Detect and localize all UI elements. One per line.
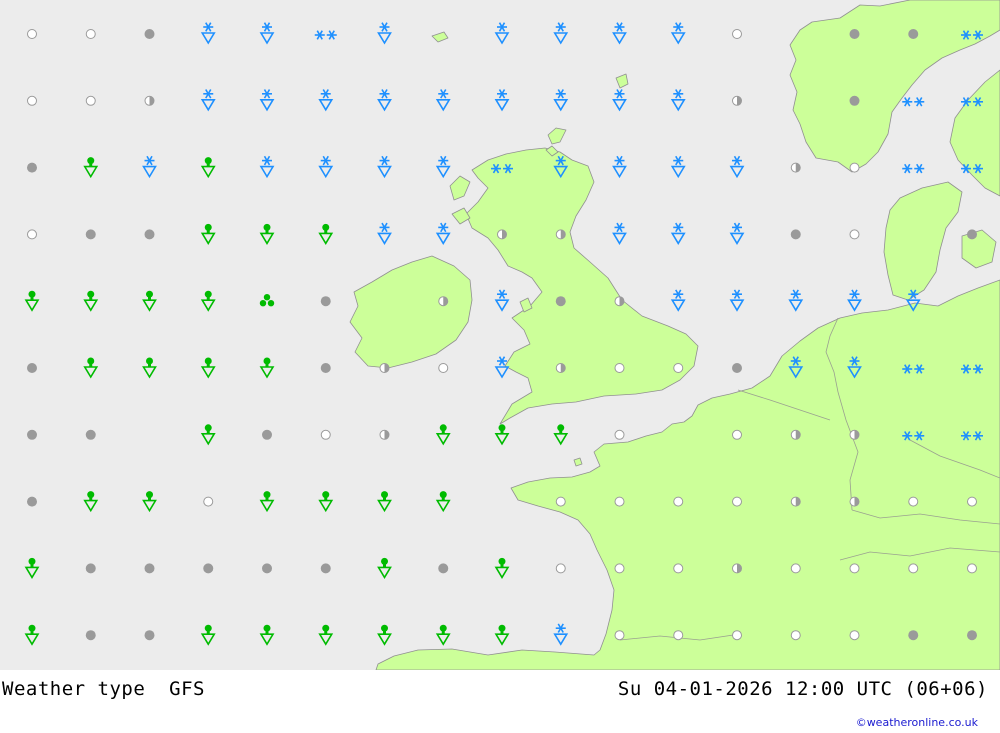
partly-cloudy-icon — [849, 429, 860, 440]
partly-cloudy-icon — [144, 95, 155, 106]
clear-icon — [908, 496, 919, 507]
overcast-icon — [908, 29, 919, 39]
partly-cloudy-icon — [732, 95, 742, 106]
clear-icon — [849, 229, 860, 240]
overcast-icon — [262, 429, 272, 440]
clear-icon — [555, 496, 566, 507]
overcast-icon — [262, 563, 272, 574]
overcast-icon — [27, 363, 37, 373]
clear-icon — [732, 29, 742, 39]
valid-time: Su 04-01-2026 12:00 UTC (06+06) — [617, 678, 988, 700]
clear-icon — [790, 563, 801, 574]
partly-cloudy-icon — [438, 296, 449, 307]
overcast-icon — [144, 29, 155, 39]
overcast-icon — [908, 630, 919, 641]
partly-cloudy-icon — [790, 496, 801, 507]
clear-icon — [673, 363, 684, 373]
overcast-icon — [144, 229, 155, 240]
overcast-icon — [320, 296, 331, 307]
partly-cloudy-icon — [790, 429, 801, 440]
overcast-icon — [967, 630, 977, 641]
overcast-icon — [85, 563, 96, 574]
overcast-icon — [203, 563, 214, 574]
partly-cloudy-icon — [732, 563, 742, 574]
clear-icon — [614, 496, 625, 507]
overcast-icon — [85, 429, 96, 440]
clear-icon — [85, 29, 96, 39]
partly-cloudy-icon — [614, 296, 625, 307]
clear-icon — [614, 429, 625, 440]
partly-cloudy-icon — [555, 229, 566, 240]
clear-icon — [673, 496, 684, 507]
clear-icon — [849, 630, 860, 641]
footer-title: Weather type GFS — [2, 678, 205, 700]
partly-cloudy-icon — [555, 363, 566, 373]
overcast-icon — [27, 162, 37, 173]
overcast-icon — [85, 229, 96, 240]
partly-cloudy-icon — [379, 363, 390, 373]
land-channel-islands — [573, 457, 583, 467]
clear-icon — [438, 363, 449, 373]
overcast-icon — [144, 563, 155, 574]
clear-icon — [203, 496, 214, 507]
overcast-icon — [144, 630, 155, 641]
overcast-icon — [320, 363, 331, 373]
overcast-icon — [790, 229, 801, 240]
partly-cloudy-icon — [497, 229, 507, 240]
overcast-icon — [555, 296, 566, 307]
weather-map — [0, 0, 1000, 670]
clear-icon — [790, 630, 801, 641]
clear-icon — [673, 630, 684, 641]
overcast-icon — [85, 630, 96, 641]
partly-cloudy-icon — [790, 162, 801, 173]
clear-icon — [27, 95, 37, 106]
overcast-icon — [849, 95, 860, 106]
overcast-icon — [732, 363, 742, 373]
clear-icon — [614, 363, 625, 373]
legend-title: Weather type — [2, 678, 146, 700]
clear-icon — [320, 429, 331, 440]
partly-cloudy-icon — [379, 429, 390, 440]
overcast-icon — [967, 229, 977, 240]
credit-link[interactable]: ©weatheronline.co.uk — [856, 716, 978, 729]
clear-icon — [732, 630, 742, 641]
clear-icon — [849, 162, 860, 173]
overcast-icon — [27, 429, 37, 440]
clear-icon — [849, 563, 860, 574]
overcast-icon — [438, 563, 449, 574]
overcast-icon — [849, 29, 860, 39]
clear-icon — [555, 563, 566, 574]
clear-icon — [27, 229, 37, 240]
clear-icon — [85, 95, 96, 106]
model-name: GFS — [169, 678, 205, 700]
clear-icon — [908, 563, 919, 574]
clear-icon — [614, 563, 625, 574]
clear-icon — [673, 563, 684, 574]
partly-cloudy-icon — [849, 496, 860, 507]
overcast-icon — [320, 563, 331, 574]
overcast-icon — [27, 496, 37, 507]
clear-icon — [967, 496, 977, 507]
clear-icon — [732, 429, 742, 440]
clear-icon — [27, 29, 37, 39]
clear-icon — [732, 496, 742, 507]
clear-icon — [614, 630, 625, 641]
clear-icon — [967, 563, 977, 574]
